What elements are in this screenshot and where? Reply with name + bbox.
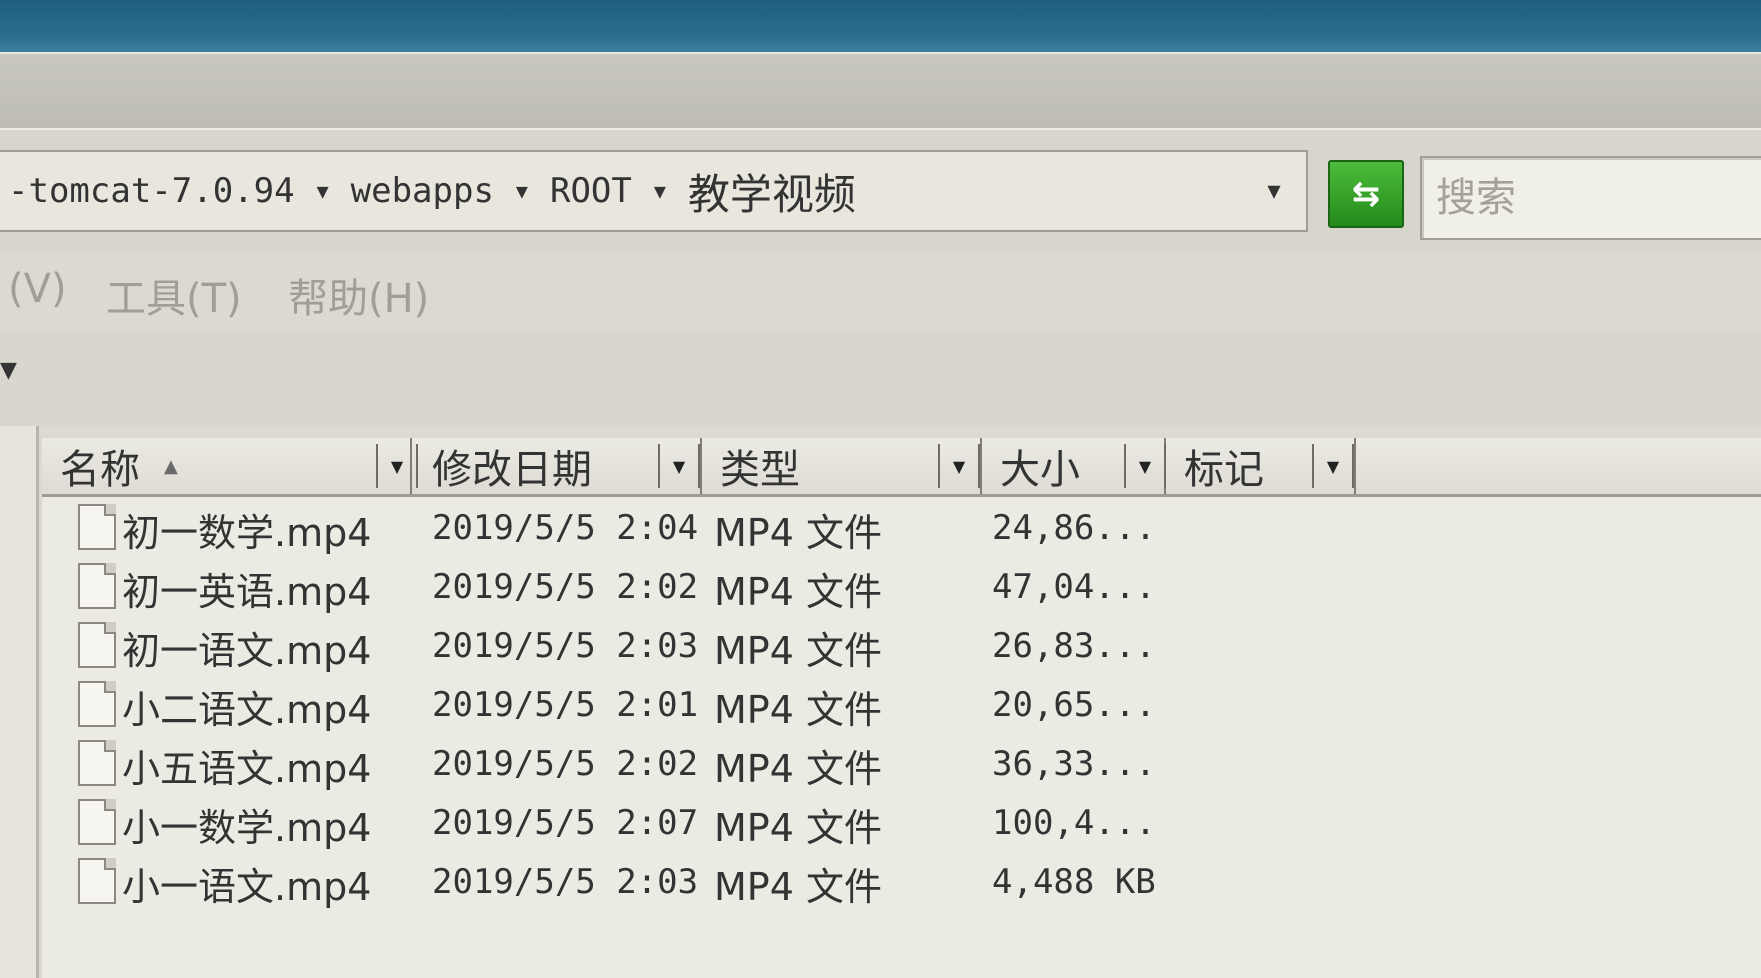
file-icon — [78, 681, 116, 727]
file-type: MP4 文件 — [714, 747, 882, 791]
file-size: 20,65... — [992, 685, 1156, 725]
crumb-arrow-icon[interactable]: ▼ — [303, 179, 343, 203]
file-name: 小二语文.mp4 — [122, 688, 372, 732]
desktop-background — [0, 0, 1761, 52]
crumb-label: 教学视频 — [687, 169, 856, 219]
file-date: 2019/5/5 2:04 — [432, 508, 699, 548]
file-name: 初一英语.mp4 — [122, 570, 372, 614]
search-input[interactable] — [1422, 174, 1758, 222]
crumb-label: ROOT — [549, 171, 632, 211]
file-icon — [78, 622, 116, 668]
file-size: 24,86... — [992, 508, 1156, 548]
crumb-label: -tomcat-7.0.94 — [8, 171, 295, 211]
file-icon — [78, 858, 116, 904]
menu-view[interactable]: (V) — [8, 266, 67, 312]
file-size: 47,04... — [992, 567, 1156, 607]
file-row[interactable]: 小一语文.mp4 2019/5/5 2:03 MP4 文件 4,488 KB — [42, 848, 1761, 909]
file-row[interactable]: 小二语文.mp4 2019/5/5 2:01 MP4 文件 20,65... — [42, 671, 1761, 732]
file-type: MP4 文件 — [714, 806, 882, 850]
file-name: 小一语文.mp4 — [122, 865, 372, 909]
file-type: MP4 文件 — [714, 570, 882, 614]
column-header-name[interactable]: 名称 ▲ — [42, 438, 412, 494]
file-name: 小五语文.mp4 — [122, 747, 372, 791]
column-size-dropdown-icon[interactable]: ▼ — [1124, 444, 1166, 488]
column-date-dropdown-icon[interactable]: ▼ — [658, 444, 700, 488]
sort-ascending-icon: ▲ — [164, 455, 178, 477]
file-row[interactable]: 小一数学.mp4 2019/5/5 2:07 MP4 文件 100,4... — [42, 789, 1761, 850]
column-label: 类型 — [720, 447, 800, 493]
file-icon — [78, 799, 116, 845]
column-label: 标记 — [1184, 447, 1264, 493]
navigation-pane[interactable] — [0, 426, 39, 978]
file-date: 2019/5/5 2:03 — [432, 862, 699, 902]
crumb-arrow-icon[interactable]: ▼ — [502, 179, 542, 203]
file-size: 36,33... — [992, 744, 1156, 784]
menu-tools[interactable]: 工具(T) — [106, 266, 242, 324]
column-tags-dropdown-icon[interactable]: ▼ — [1312, 444, 1354, 488]
window-title-bar — [0, 52, 1761, 130]
file-name: 小一数学.mp4 — [122, 806, 372, 850]
file-icon — [78, 504, 116, 550]
file-size: 100,4... — [992, 803, 1156, 843]
file-row[interactable]: 初一语文.mp4 2019/5/5 2:03 MP4 文件 26,83... — [42, 612, 1761, 673]
crumb-tomcat[interactable]: -tomcat-7.0.94 ▼ — [0, 171, 343, 211]
search-box[interactable] — [1420, 156, 1761, 240]
chevron-down-icon[interactable]: ▼ — [0, 358, 17, 383]
address-history-dropdown-icon[interactable]: ▼ — [1244, 152, 1304, 230]
file-date: 2019/5/5 2:02 — [432, 567, 699, 607]
menu-bar: (V) 工具(T) 帮助(H) — [0, 250, 1761, 330]
file-size: 4,488 KB — [992, 862, 1156, 902]
file-name: 初一数学.mp4 — [122, 511, 372, 555]
address-bar[interactable]: -tomcat-7.0.94 ▼ webapps ▼ ROOT ▼ 教学视频 ▼ — [0, 150, 1308, 232]
file-type: MP4 文件 — [714, 865, 882, 909]
file-type: MP4 文件 — [714, 629, 882, 673]
crumb-current-folder[interactable]: 教学视频 — [680, 161, 864, 222]
file-icon — [78, 740, 116, 786]
file-type: MP4 文件 — [714, 511, 882, 555]
file-date: 2019/5/5 2:01 — [432, 685, 699, 725]
column-type-dropdown-icon[interactable]: ▼ — [938, 444, 980, 488]
file-row[interactable]: 初一英语.mp4 2019/5/5 2:02 MP4 文件 47,04... — [42, 553, 1761, 614]
file-list: 名称 ▲ ▼ 修改日期 ▼ 类型 ▼ 大小 ▼ 标记 ▼ 初一数学.mp4 20… — [42, 438, 1761, 978]
column-label: 名称 — [60, 447, 140, 493]
file-size: 26,83... — [992, 626, 1156, 666]
column-label: 大小 — [1000, 447, 1080, 493]
column-name-dropdown-icon[interactable]: ▼ — [376, 444, 418, 488]
file-type: MP4 文件 — [714, 688, 882, 732]
file-icon — [78, 563, 116, 609]
file-name: 初一语文.mp4 — [122, 629, 372, 673]
crumb-label: webapps — [350, 171, 494, 211]
list-header: 名称 ▲ ▼ 修改日期 ▼ 类型 ▼ 大小 ▼ 标记 ▼ — [42, 438, 1761, 497]
file-date: 2019/5/5 2:02 — [432, 744, 699, 784]
column-label: 修改日期 — [432, 447, 592, 493]
crumb-webapps[interactable]: webapps ▼ — [343, 171, 542, 211]
refresh-button[interactable]: ⇆ — [1328, 160, 1404, 228]
file-date: 2019/5/5 2:03 — [432, 626, 699, 666]
file-date: 2019/5/5 2:07 — [432, 803, 699, 843]
file-row[interactable]: 初一数学.mp4 2019/5/5 2:04 MP4 文件 24,86... — [42, 494, 1761, 555]
crumb-root[interactable]: ROOT ▼ — [542, 171, 680, 211]
crumb-arrow-icon[interactable]: ▼ — [640, 179, 680, 203]
menu-help[interactable]: 帮助(H) — [288, 266, 429, 324]
file-row[interactable]: 小五语文.mp4 2019/5/5 2:02 MP4 文件 36,33... — [42, 730, 1761, 791]
refresh-icon: ⇆ — [1351, 174, 1381, 214]
address-toolbar: -tomcat-7.0.94 ▼ webapps ▼ ROOT ▼ 教学视频 ▼… — [0, 128, 1761, 252]
command-bar: ▼ — [0, 330, 1761, 426]
